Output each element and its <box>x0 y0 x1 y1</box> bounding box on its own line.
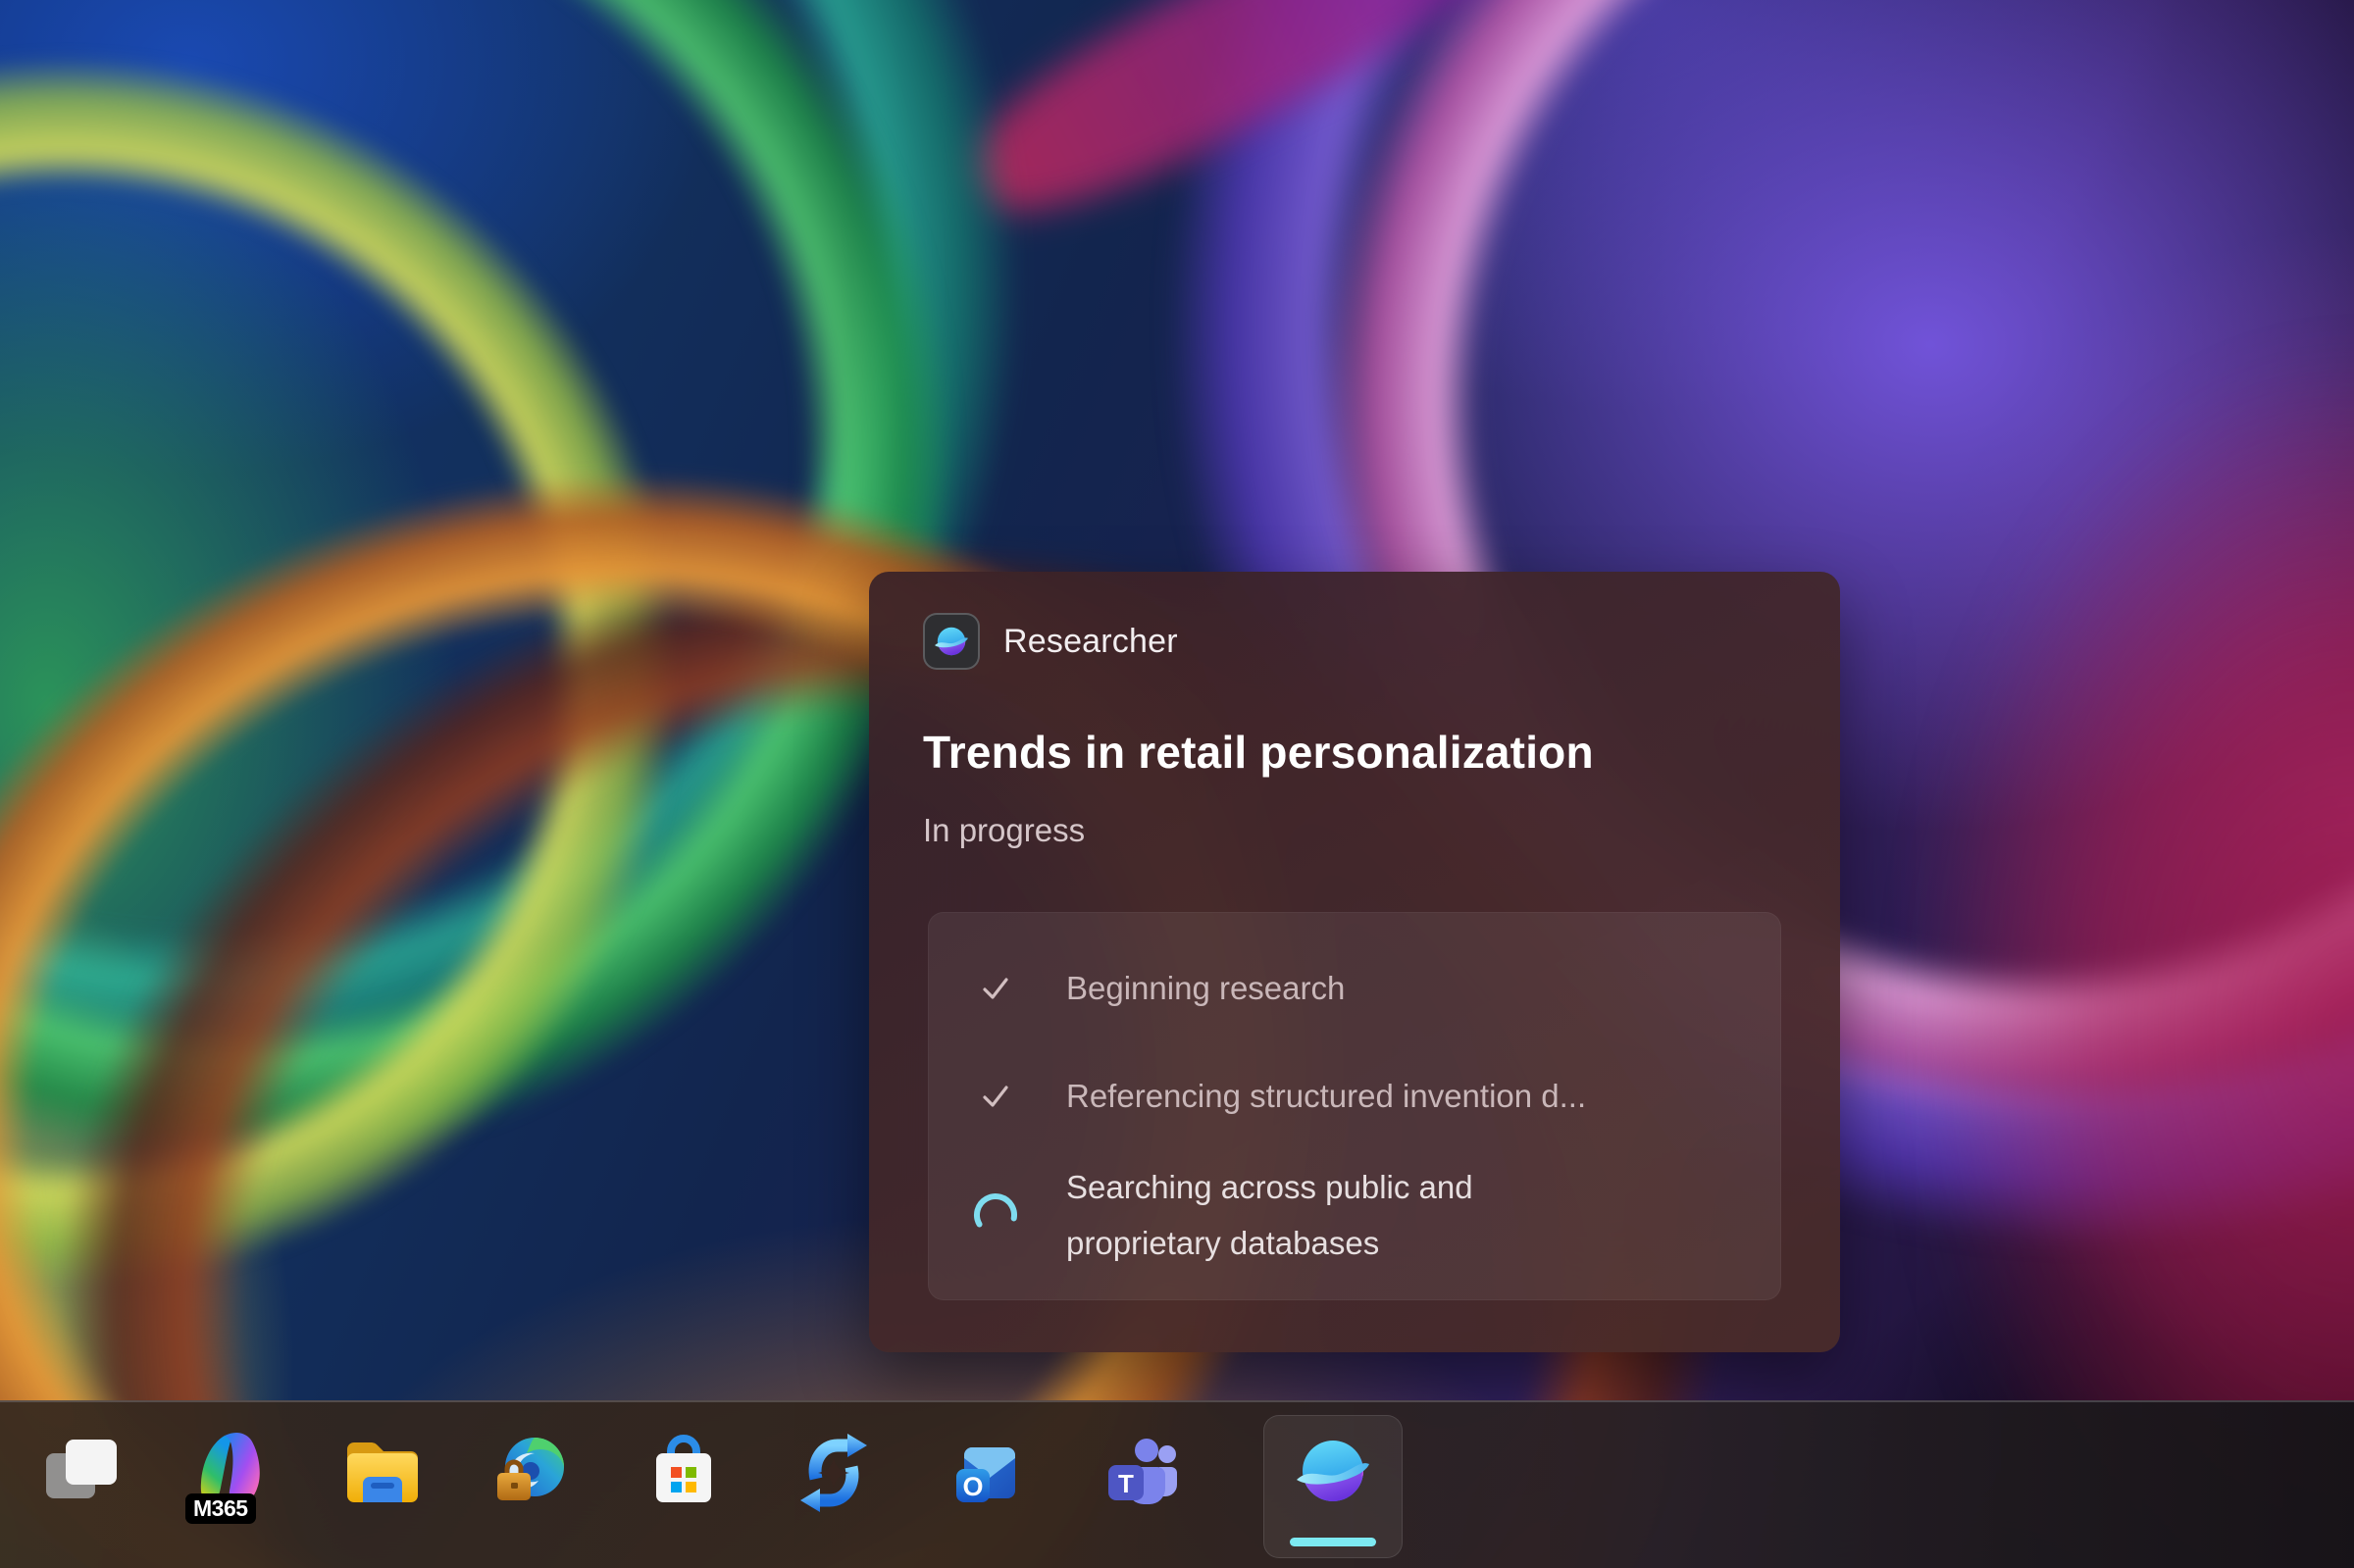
m365-copilot-button[interactable]: M365 <box>185 1426 280 1520</box>
power-automate-icon <box>787 1426 881 1520</box>
step-row: Referencing structured invention d... <box>968 1071 1757 1122</box>
taskbar: M365 <box>0 1400 2354 1568</box>
outlook-icon: O <box>939 1426 1033 1520</box>
file-explorer-button[interactable] <box>335 1426 430 1520</box>
active-app-indicator <box>1290 1538 1376 1546</box>
researcher-progress-card[interactable]: Researcher Trends in retail personalizat… <box>869 572 1840 1352</box>
task-title: Trends in retail personalization <box>923 726 1594 779</box>
researcher-taskbar-button[interactable] <box>1263 1415 1403 1558</box>
teams-letter: T <box>1118 1469 1134 1498</box>
outlook-letter: O <box>962 1472 983 1501</box>
power-automate-button[interactable] <box>787 1426 881 1520</box>
microsoft-store-button[interactable] <box>637 1426 731 1520</box>
microsoft-store-icon <box>637 1426 731 1520</box>
check-icon <box>968 969 1023 1008</box>
teams-icon: T <box>1091 1426 1185 1520</box>
step-row: Beginning research <box>968 963 1757 1014</box>
step-row: Searching across public and proprietary … <box>968 1158 1757 1272</box>
task-view-icon <box>34 1426 128 1520</box>
check-icon <box>968 1077 1023 1116</box>
m365-badge: M365 <box>185 1493 256 1524</box>
researcher-app-tile <box>923 613 980 670</box>
teams-button[interactable]: T <box>1091 1426 1185 1520</box>
file-explorer-icon <box>335 1426 430 1520</box>
task-view-button[interactable] <box>34 1426 128 1520</box>
researcher-icon <box>1286 1424 1380 1518</box>
edge-business-button[interactable] <box>486 1426 580 1520</box>
desktop: Researcher Trends in retail personalizat… <box>0 0 2354 1568</box>
steps-panel: Beginning research Referencing structure… <box>928 912 1781 1300</box>
step-label: Beginning research <box>1066 970 1345 1007</box>
edge-business-icon <box>486 1426 580 1520</box>
task-status: In progress <box>923 812 1085 849</box>
spinner-icon <box>968 1191 1023 1239</box>
researcher-icon <box>930 620 973 663</box>
step-label: Searching across public and proprietary … <box>1066 1159 1615 1271</box>
outlook-button[interactable]: O <box>939 1426 1033 1520</box>
card-header: Researcher <box>923 613 1178 670</box>
app-name: Researcher <box>1003 623 1178 661</box>
step-label: Referencing structured invention d... <box>1066 1078 1586 1115</box>
